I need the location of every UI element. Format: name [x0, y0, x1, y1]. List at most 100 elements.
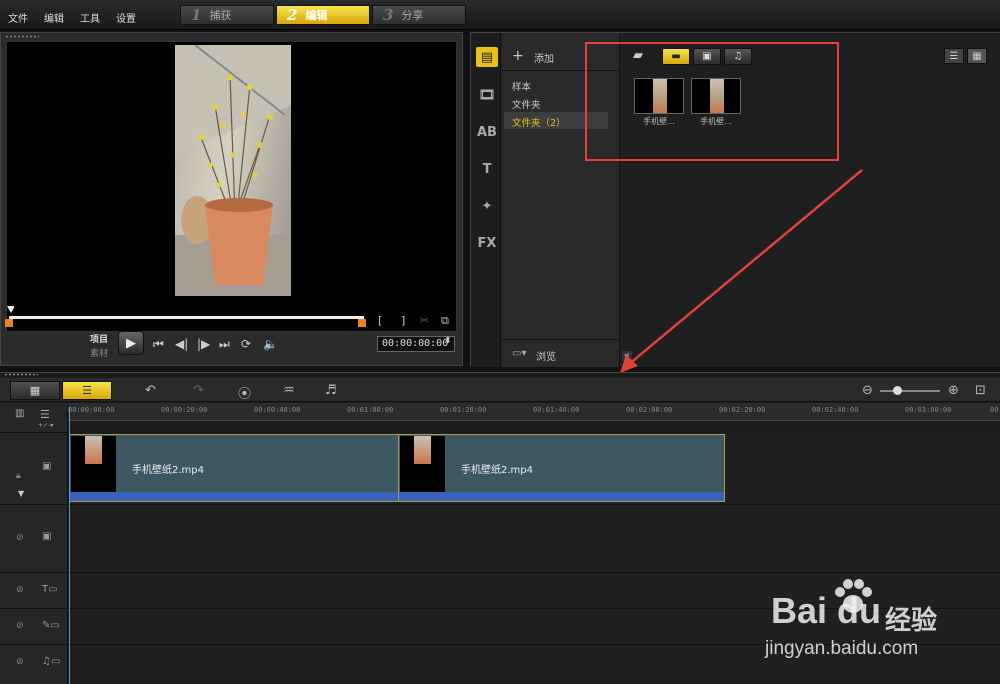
- add-folder-button[interactable]: 添加: [534, 50, 554, 65]
- timeline-view-icon[interactable]: ☰: [62, 381, 112, 400]
- fit-project-icon[interactable]: ⊡: [975, 383, 986, 398]
- menu-tools[interactable]: 工具: [80, 10, 100, 25]
- auto-music-icon[interactable]: ♬: [325, 383, 337, 398]
- timeline-ruler[interactable]: 00:00:00:00 00:00:20:00 00:00:40:00 00:0…: [68, 403, 1000, 421]
- step-label: 分享: [401, 9, 424, 22]
- go-to-end-icon[interactable]: ⏭: [219, 337, 230, 352]
- graphics-icon[interactable]: ✦: [476, 196, 498, 216]
- track-lock-icon[interactable]: ⊘: [16, 657, 24, 667]
- browse-icon[interactable]: ▭▾: [512, 348, 526, 359]
- step-number: 1: [191, 6, 202, 24]
- media-category-icon[interactable]: ▤: [476, 47, 498, 67]
- browse-button[interactable]: 浏览: [536, 348, 556, 363]
- mark-in-button[interactable]: [: [378, 314, 382, 327]
- record-capture-icon[interactable]: ⦿: [238, 383, 251, 402]
- preview-screen: [6, 41, 457, 332]
- sound-mixer-icon[interactable]: ♒: [283, 383, 295, 398]
- ruler-tick: 00:03:20:00: [990, 406, 1000, 414]
- zoom-out-icon[interactable]: ⊖: [862, 383, 873, 398]
- menu-bar: 文件 编辑 工具 设置 1 捕获 2 编辑 3 分享: [0, 0, 1000, 30]
- redo-icon[interactable]: ↷: [193, 383, 204, 398]
- flower-pot-image: [175, 45, 291, 296]
- transition-icon[interactable]: AB: [476, 122, 498, 142]
- trim-end-handle-icon[interactable]: [358, 319, 366, 327]
- overlay-track-header: ⊘ ▣: [0, 505, 68, 573]
- baidu-watermark: Bai du 经验 jingyan.baidu.com: [765, 578, 995, 668]
- zoom-slider[interactable]: [880, 390, 940, 392]
- timeline-clip[interactable]: 手机壁纸2.mp4: [69, 434, 399, 502]
- ruler-tick: 00:00:00:00: [68, 406, 115, 414]
- storyboard-view-icon[interactable]: ▦: [10, 381, 60, 400]
- filter-fx-icon[interactable]: FX: [476, 233, 498, 253]
- ruler-tick: 00:00:20:00: [161, 406, 208, 414]
- ruler-tick: 00:02:20:00: [719, 406, 766, 414]
- paw-logo-icon: [835, 579, 872, 613]
- play-button[interactable]: ▶: [118, 331, 144, 355]
- video-frame: [175, 45, 291, 296]
- list-view-icon[interactable]: ☰: [944, 48, 964, 64]
- chapter-point-icon[interactable]: ☰: [40, 408, 50, 421]
- folder-item-samples[interactable]: 样本: [512, 79, 531, 93]
- add-folder-icon[interactable]: +: [512, 48, 524, 64]
- clip-audio-bar: [399, 492, 724, 501]
- volume-icon[interactable]: 🔈: [263, 337, 278, 351]
- step-tab-capture[interactable]: 1 捕获: [180, 5, 274, 25]
- enlarge-preview-icon[interactable]: ⧉: [441, 314, 449, 328]
- folder-item-folder[interactable]: 文件夹: [512, 97, 541, 111]
- scrubber-playhead-icon[interactable]: [6, 305, 14, 313]
- overlay-track-icon: ▣: [42, 531, 52, 542]
- title-track-header: ⊘ T▭: [0, 573, 68, 609]
- menu-edit[interactable]: 编辑: [44, 10, 64, 25]
- track-manager-icon[interactable]: ▥: [15, 408, 24, 419]
- library-highlight-box: [585, 42, 839, 161]
- go-to-start-icon[interactable]: ⏮: [153, 337, 164, 352]
- panel-grip[interactable]: [5, 35, 39, 38]
- step-number: 3: [383, 6, 394, 24]
- track-lock-icon[interactable]: ⊘: [16, 533, 24, 543]
- timeline-playhead[interactable]: [69, 407, 70, 684]
- expand-track-icon[interactable]: ▼: [18, 489, 24, 498]
- mode-project[interactable]: 项目: [90, 332, 108, 345]
- title-track-icon: T▭: [42, 584, 58, 595]
- timeline-clip[interactable]: 手机壁纸2.mp4: [398, 434, 725, 502]
- mark-out-button[interactable]: ]: [401, 314, 405, 327]
- zoom-slider-handle[interactable]: [893, 386, 902, 395]
- step-label: 编辑: [305, 9, 328, 22]
- panel-grip[interactable]: [4, 373, 38, 376]
- ruler-tick: 00:02:00:00: [626, 406, 673, 414]
- step-tab-share[interactable]: 3 分享: [372, 5, 466, 25]
- music-track-header: ⊘ ♫▭: [0, 645, 68, 684]
- zoom-in-icon[interactable]: ⊕: [948, 383, 959, 398]
- timecode-stepper-icon[interactable]: ⬍: [444, 336, 452, 346]
- title-icon[interactable]: T: [476, 159, 498, 179]
- voice-track-header: ⊘ ✎▭: [0, 609, 68, 645]
- track-lock-icon[interactable]: 🔒︎: [16, 471, 21, 481]
- step-tab-edit[interactable]: 2 编辑: [276, 5, 370, 25]
- split-clip-icon[interactable]: ✂: [420, 314, 429, 327]
- ruler-tick: 00:01:00:00: [347, 406, 394, 414]
- track-lock-icon[interactable]: ⊘: [16, 585, 24, 595]
- step-number: 2: [287, 6, 298, 24]
- step-label: 捕获: [209, 9, 232, 22]
- instant-project-icon[interactable]: 🎞: [476, 85, 498, 105]
- track-lock-icon[interactable]: ⊘: [16, 621, 24, 631]
- overlay-track-lane[interactable]: [69, 505, 1000, 573]
- trim-start-handle-icon[interactable]: [5, 319, 13, 327]
- mode-clip[interactable]: 素材: [90, 346, 108, 359]
- watermark-cn: 经验: [885, 606, 938, 636]
- previous-frame-icon[interactable]: ◀|: [175, 337, 188, 351]
- undo-icon[interactable]: ↶: [145, 383, 156, 398]
- clip-label: 手机壁纸2.mp4: [132, 465, 204, 476]
- video-track-icon: ▣: [42, 461, 52, 472]
- clip-audio-bar: [70, 492, 398, 501]
- library-category-bar: ▤ 🎞 AB T ✦ FX: [471, 33, 501, 367]
- folder-item-folder-2[interactable]: 文件夹（2）: [512, 115, 566, 129]
- repeat-icon[interactable]: ⟳: [241, 337, 251, 351]
- menu-file[interactable]: 文件: [8, 10, 28, 25]
- ruler-tick: 00:01:40:00: [533, 406, 580, 414]
- next-frame-icon[interactable]: |▶: [197, 337, 210, 351]
- scrubber-track[interactable]: [9, 316, 364, 319]
- menu-settings[interactable]: 设置: [116, 10, 136, 25]
- thumbnail-view-icon[interactable]: ▦: [967, 48, 987, 64]
- add-remove-marker-icon[interactable]: +✓-▾: [38, 422, 53, 429]
